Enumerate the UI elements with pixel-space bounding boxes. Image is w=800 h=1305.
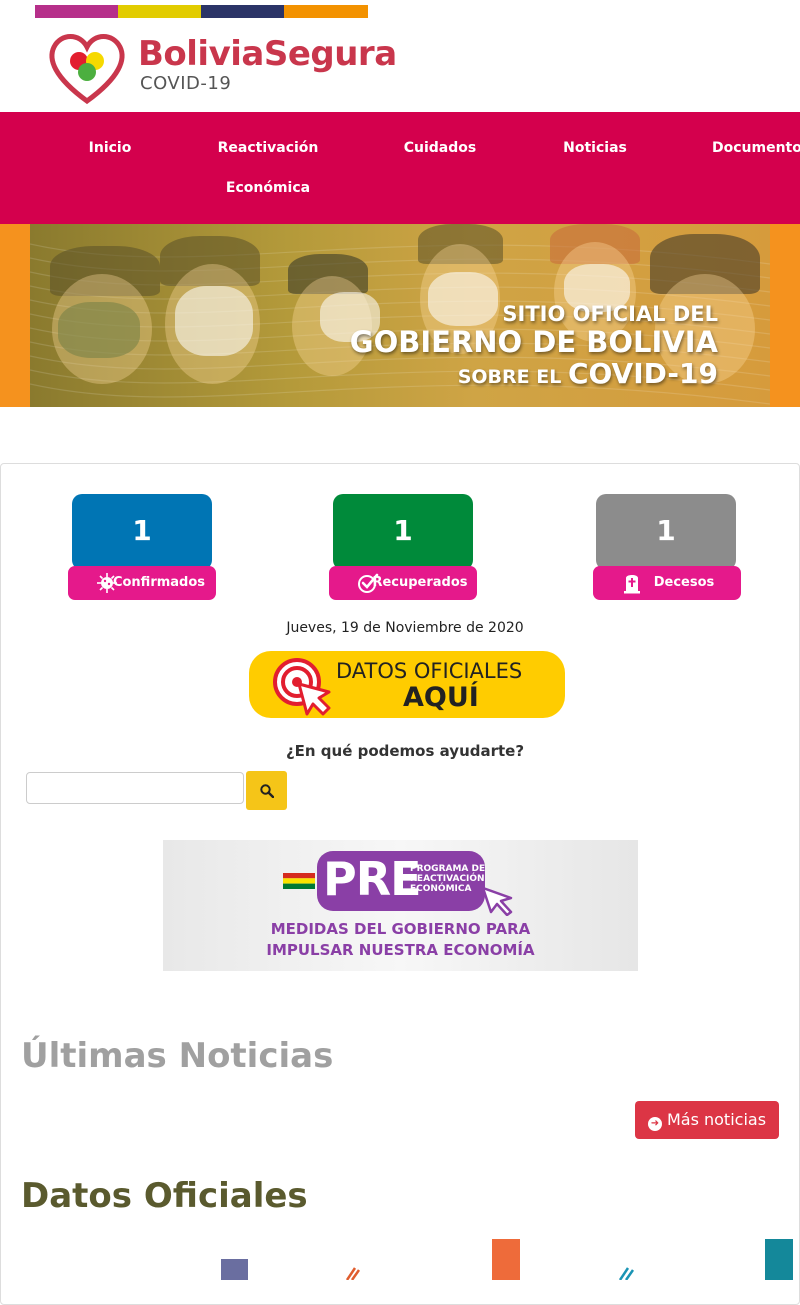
pre-description: PROGRAMA DE REACTIVACIÓN ECONÓMICA [410, 864, 486, 894]
nav-item-reactivacion-line2[interactable]: Económica [198, 168, 338, 208]
stat-decesos-text: Decesos [653, 575, 715, 590]
pre-line1: MEDIDAS DEL GOBIERNO PARA [270, 920, 531, 938]
datos-oficiales-button[interactable]: DATOS OFICIALES AQUÍ [249, 651, 565, 718]
hero-title-line3: SOBRE EL COVID-19 [458, 357, 718, 390]
nav-item-reactivacion[interactable]: Reactivación [198, 128, 338, 168]
arrow-circle-right-icon: ➜ [647, 1117, 662, 1131]
stat-confirmados-text: Confirmados [112, 575, 206, 590]
hero-title-line2: GOBIERNO DE BOLIVIA [349, 325, 718, 359]
search-input[interactable] [26, 772, 244, 804]
stat-decesos-label: Decesos [593, 566, 741, 600]
pre-program-banner[interactable]: PRE PROGRAMA DE REACTIVACIÓN ECONÓMICA M… [163, 840, 638, 971]
hero-title-line1: SITIO OFICIAL DEL [502, 302, 718, 326]
nav-item-cuidados[interactable]: Cuidados [385, 128, 495, 168]
hero-mask [58, 302, 140, 358]
hero-mask [175, 286, 253, 356]
logo-title: BoliviaSegura [138, 34, 397, 74]
hero-mask [428, 272, 498, 326]
help-heading: ¿En qué podemos ayudarte? [285, 742, 525, 760]
click-target-icon [273, 658, 331, 716]
data-graphic-stroke [345, 1267, 361, 1280]
stat-recuperados-text: Recuperados [372, 575, 468, 590]
stat-recuperados-value: 1 [333, 494, 473, 570]
pre-acronym: PRE [323, 852, 422, 906]
nav-item-noticias[interactable]: Noticias [540, 128, 650, 168]
data-graphic-bar [221, 1259, 248, 1280]
stat-decesos-value: 1 [596, 494, 736, 570]
hero-title-line3-small: SOBRE EL [457, 366, 562, 388]
search-icon [260, 784, 274, 798]
search-button[interactable] [246, 771, 287, 810]
nav-item-documentos[interactable]: Documentos [712, 128, 800, 168]
data-graphic-bar [492, 1239, 520, 1280]
cursor-arrow-icon [481, 886, 513, 916]
datos-oficiales-line1: DATOS OFICIALES [336, 659, 523, 683]
data-graphic-bar [765, 1239, 793, 1280]
brand-stripe-navy [201, 5, 284, 18]
datos-oficiales-line2: AQUÍ [403, 682, 479, 713]
hero-title-line3-big: COVID-19 [567, 357, 718, 390]
nav-item-inicio[interactable]: Inicio [60, 128, 160, 168]
more-news-button[interactable]: ➜ Más noticias [635, 1101, 779, 1139]
latest-news-heading: Últimas Noticias [21, 1036, 334, 1076]
more-news-label: Más noticias [666, 1110, 767, 1129]
logo-subtitle: COVID-19 [140, 73, 232, 94]
stat-recuperados-label: Recuperados [329, 566, 477, 600]
brand-stripe-purple [35, 5, 118, 18]
stat-confirmados-label: Confirmados [68, 566, 216, 600]
pre-line2: IMPULSAR NUESTRA ECONOMÍA [266, 941, 535, 959]
data-graphic-stroke [618, 1267, 635, 1280]
current-date: Jueves, 19 de Noviembre de 2020 [286, 620, 524, 636]
brand-stripe-orange [284, 5, 368, 18]
official-data-heading: Datos Oficiales [21, 1176, 308, 1216]
heart-logo-icon [49, 34, 125, 105]
bolivia-flag-icon [283, 873, 315, 889]
brand-stripe-yellow [118, 5, 201, 18]
stat-confirmados-value: 1 [72, 494, 212, 570]
main-nav: Inicio Reactivación Económica Cuidados N… [0, 112, 800, 224]
hero-banner: SITIO OFICIAL DEL GOBIERNO DE BOLIVIA SO… [30, 224, 770, 407]
